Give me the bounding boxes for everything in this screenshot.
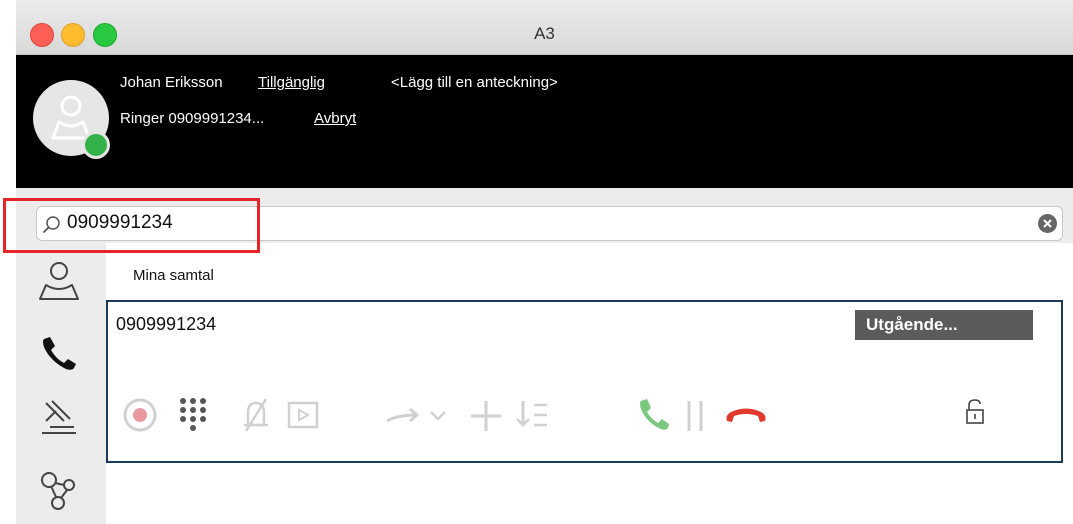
window-title: A3 (534, 24, 555, 43)
call-number: 0909991234 (116, 314, 217, 334)
sign-icon[interactable] (36, 393, 82, 439)
ringing-status: Ringer 0909991234... (120, 110, 265, 127)
calls-panel: Mina samtal 0909991234 Utgående... (106, 243, 1073, 524)
cancel-call-link[interactable]: Avbryt (314, 110, 356, 127)
network-icon[interactable] (36, 469, 82, 515)
clear-icon (1043, 219, 1052, 228)
video-icon[interactable] (283, 395, 323, 435)
presence-status-dot (82, 131, 110, 159)
phone-icon[interactable] (36, 331, 82, 377)
search-input[interactable] (67, 210, 1017, 236)
clear-search-button[interactable] (1038, 214, 1057, 233)
transfer-dropdown-icon[interactable] (426, 395, 450, 435)
hold-icon[interactable] (680, 395, 710, 435)
user-name: Johan Eriksson (120, 74, 223, 91)
mute-icon[interactable] (236, 395, 276, 435)
search-box (36, 206, 1063, 241)
transfer-icon[interactable] (383, 395, 423, 435)
call-status-badge: Utgående... (855, 310, 1033, 340)
keypad-icon[interactable] (173, 395, 213, 439)
contacts-icon[interactable] (36, 259, 82, 305)
active-call-card[interactable]: 0909991234 Utgående... (106, 300, 1063, 463)
add-note-link[interactable]: <Lägg till en anteckning> (391, 74, 558, 91)
record-icon[interactable] (120, 395, 160, 435)
hangup-icon[interactable] (723, 395, 769, 435)
merge-icon[interactable] (513, 395, 553, 435)
app-window: A3 Johan Eriksson Tillgänglig <Lägg till… (16, 0, 1073, 524)
sidebar (16, 243, 106, 524)
person-icon (51, 95, 91, 140)
search-icon (42, 216, 60, 234)
user-header: Johan Eriksson Tillgänglig <Lägg till en… (16, 55, 1073, 188)
lock-icon[interactable] (963, 398, 987, 426)
title-bar: A3 (16, 0, 1073, 55)
answer-icon[interactable] (633, 395, 673, 435)
presence-status-link[interactable]: Tillgänglig (258, 74, 325, 91)
section-title: Mina samtal (133, 267, 214, 284)
add-call-icon[interactable] (466, 395, 506, 435)
